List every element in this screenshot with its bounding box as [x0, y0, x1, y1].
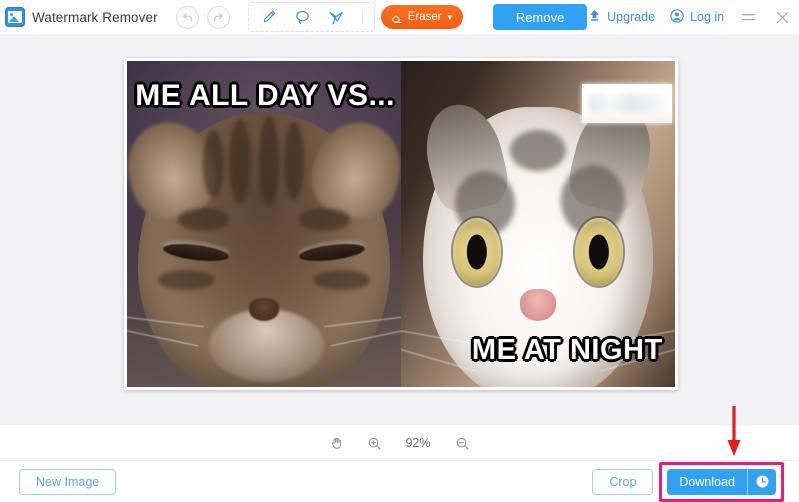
upgrade-label: Upgrade [607, 10, 656, 24]
wide-eyed-cat-photo: ME AT NIGHT [401, 61, 675, 387]
top-right-actions: Upgrade Log in [587, 7, 792, 27]
redo-icon[interactable] [206, 5, 230, 29]
caption-top: ME ALL DAY VS... [135, 78, 395, 112]
crop-button[interactable]: Crop [592, 468, 654, 495]
hamburger-menu-icon[interactable] [738, 7, 758, 27]
app-title: Watermark Remover [32, 9, 158, 25]
login-button[interactable]: Log in [669, 8, 724, 27]
zoom-toolbar: 92% [0, 424, 799, 461]
login-label: Log in [690, 10, 725, 24]
app-brand: Watermark Remover [5, 7, 158, 27]
watermark-remover-app: Watermark Remover Eraser ▾ Remove Upgrad… [0, 0, 799, 502]
image-preview[interactable]: ME ALL DAY VS... ME AT NIGHT [124, 58, 678, 390]
download-button[interactable]: Download [667, 468, 776, 495]
eraser-dropdown-button[interactable]: Eraser ▾ [380, 5, 464, 29]
lasso-icon[interactable] [293, 7, 313, 27]
download-label: Download [679, 474, 735, 489]
top-toolbar: Watermark Remover Eraser ▾ Remove Upgrad… [0, 0, 799, 35]
upload-arrow-icon [587, 8, 602, 26]
zoom-in-icon[interactable] [364, 433, 384, 453]
close-icon[interactable] [772, 7, 792, 27]
caption-bottom: ME AT NIGHT [471, 334, 663, 367]
bottom-right-actions: Crop Download [592, 461, 784, 502]
history-buttons [175, 5, 230, 29]
zoom-out-icon[interactable] [452, 433, 472, 453]
removed-watermark-area [581, 83, 673, 123]
user-circle-icon [669, 8, 685, 27]
clock-history-icon[interactable] [748, 469, 776, 495]
hand-pan-icon[interactable] [327, 433, 347, 453]
new-image-button[interactable]: New Image [19, 468, 117, 495]
upgrade-button[interactable]: Upgrade [587, 8, 655, 26]
meme-photo: ME ALL DAY VS... ME AT NIGHT [127, 61, 675, 387]
eraser-label: Eraser [407, 11, 442, 23]
remove-button[interactable]: Remove [493, 4, 588, 30]
download-group: Download [659, 461, 784, 502]
editor-canvas[interactable]: ME ALL DAY VS... ME AT NIGHT [0, 34, 799, 424]
sleeping-kitten-photo: ME ALL DAY VS... [127, 61, 401, 387]
selection-tools [247, 2, 375, 32]
brush-icon[interactable] [259, 7, 279, 27]
polygon-icon[interactable] [327, 7, 347, 27]
undo-icon[interactable] [175, 5, 199, 29]
zoom-level-label: 92% [405, 436, 431, 450]
chevron-down-icon: ▾ [447, 11, 453, 22]
tool-divider [361, 9, 363, 25]
eraser-icon [390, 11, 403, 24]
bottom-action-bar: New Image Crop Download [0, 460, 799, 502]
photo-logo-icon [5, 7, 25, 27]
